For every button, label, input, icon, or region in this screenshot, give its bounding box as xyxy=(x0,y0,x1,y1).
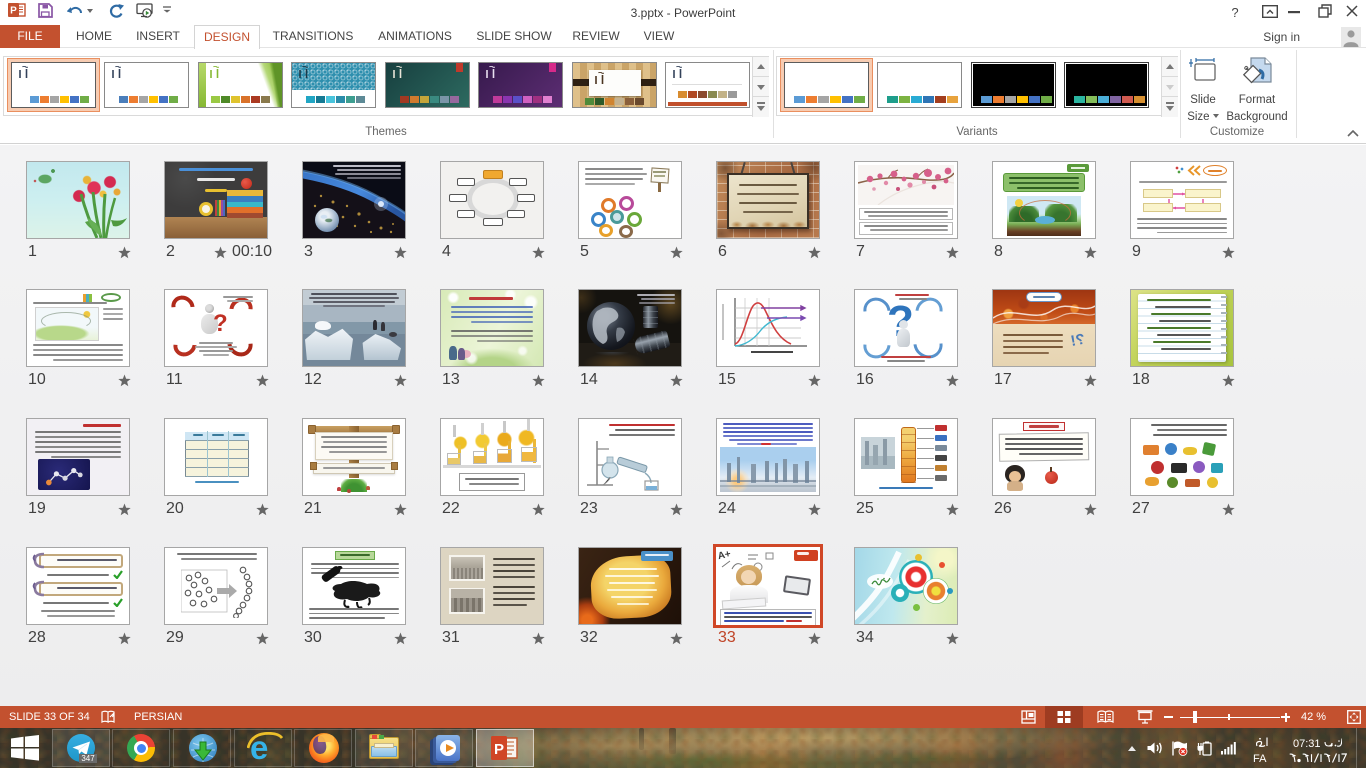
svg-text:P: P xyxy=(494,741,504,758)
svg-text:P: P xyxy=(10,6,17,17)
svg-text:?: ? xyxy=(1231,5,1238,19)
